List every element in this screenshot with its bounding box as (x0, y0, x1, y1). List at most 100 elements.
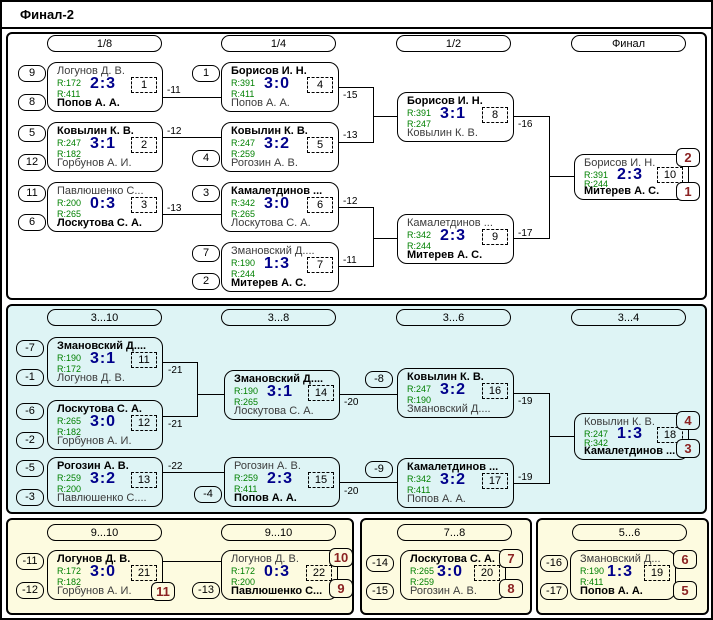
match-10-final[interactable]: Борисов И. Н. R:391 R:244 2:3 Митерев А.… (574, 154, 689, 200)
match-number: 16 (482, 383, 508, 399)
loser-destination-label: -21 (168, 365, 182, 376)
player-bottom: Попов А. А. (234, 492, 334, 504)
match-score: 3:1 (76, 135, 130, 153)
loser-destination-label: -12 (167, 126, 181, 137)
match-14[interactable]: Змановский Д.... R:190 R:265 3:1 Лоскуто… (224, 370, 340, 420)
connector-line (163, 214, 221, 215)
match-number: 22 (306, 565, 332, 581)
connector-line (197, 394, 224, 395)
match-20[interactable]: Лоскутова С. А. R:265 R:259 3:0 20 Рогоз… (400, 550, 506, 600)
player-bottom: Горбунов А. И. (57, 585, 157, 597)
round-header: 9...10 (47, 524, 162, 541)
player-bottom: Попов А. А. (580, 585, 670, 597)
match-15[interactable]: Рогозин А. В. R:259 R:411 2:3 Попов А. А… (224, 457, 340, 507)
player-bottom: Горбунов А. И. (57, 157, 157, 169)
round-header: 7...8 (397, 524, 512, 541)
seed-box: -17 (540, 583, 568, 600)
match-1[interactable]: Логунов Д. В. R:172 R:411 2:3 Попов А. А… (47, 62, 163, 112)
loser-destination-label: -19 (518, 472, 532, 483)
match-score: 2:3 (253, 470, 307, 488)
match-number: 11 (131, 352, 157, 368)
loser-destination-label: -22 (168, 461, 182, 472)
match-score: 0:3 (250, 563, 304, 581)
match-score: 3:2 (426, 381, 480, 399)
match-score: 3:2 (426, 471, 480, 489)
connector-line (163, 561, 221, 562)
seed-box: -15 (366, 583, 394, 600)
seed-box: 1 (192, 65, 220, 82)
seed-box: -8 (365, 371, 393, 388)
player-bottom: Попов А. А. (57, 97, 157, 109)
match-score: 1:3 (250, 255, 304, 273)
player-bottom: Митерев А. С. (231, 277, 333, 289)
connector-line (163, 416, 197, 417)
match-6[interactable]: Камалетдинов ... R:342 R:265 3:0 Лоскуто… (221, 182, 339, 232)
match-21[interactable]: Логунов Д. В. R:172 R:182 3:0 Горбунов А… (47, 550, 163, 600)
match-number: 6 (307, 197, 333, 213)
loser-destination-label: -16 (518, 119, 532, 130)
match-number: 4 (307, 77, 333, 93)
match-19[interactable]: Змановский Д... R:190 R:411 1:3 19 Попов… (570, 550, 676, 600)
match-17[interactable]: Камалетдинов ... R:342 R:411 3:2 Попов А… (397, 458, 514, 508)
player-bottom: Рогозин А. В. (410, 585, 500, 597)
connector-line (340, 482, 397, 483)
title-bar: Финал-2 (2, 2, 711, 29)
seed-box: -4 (194, 486, 222, 503)
match-score: 3:1 (426, 105, 480, 123)
round-header: 9...10 (221, 524, 336, 541)
match-3[interactable]: Павлюшенко С... R:200 R:265 0:3 Лоскутов… (47, 182, 163, 232)
player-bottom: Ковылин К. В. (407, 127, 508, 139)
loser-destination-label: -20 (344, 486, 358, 497)
seed-box: -2 (16, 432, 44, 449)
match-score: 3:1 (253, 383, 307, 401)
match-score: 3:2 (76, 470, 130, 488)
player-bottom: Попов А. А. (407, 493, 508, 505)
seed-box: 3 (192, 185, 220, 202)
match-2[interactable]: Ковылин К. В. R:247 R:182 3:1 Горбунов А… (47, 122, 163, 172)
match-number: 1 (131, 77, 157, 93)
match-8[interactable]: Борисов И. Н. R:391 R:247 3:1 Ковылин К.… (397, 92, 514, 142)
player-bottom: Лоскутова С. А. (234, 405, 334, 417)
seed-box: 7 (192, 245, 220, 262)
match-score: 2:3 (426, 227, 480, 245)
place-badge: 3 (676, 439, 700, 458)
seed-box: 2 (192, 273, 220, 290)
connector-line (339, 87, 373, 88)
match-16[interactable]: Ковылин К. В. R:247 R:190 3:2 Змановский… (397, 368, 514, 418)
seed-box: -1 (16, 369, 44, 386)
player-bottom: Лоскутова С. А. (231, 217, 333, 229)
connector-line (373, 207, 374, 267)
match-9[interactable]: Камалетдинов ... R:342 R:244 2:3 Митерев… (397, 214, 514, 264)
seed-box: -12 (16, 582, 44, 599)
seed-box: 12 (18, 154, 46, 171)
place-badge: 9 (329, 579, 353, 598)
connector-line (339, 207, 373, 208)
connector-line (339, 266, 373, 267)
match-11[interactable]: Змановский Д.... R:190 R:172 3:1 Логунов… (47, 337, 163, 387)
match-12[interactable]: Лоскутова С. А. R:265 R:182 3:0 Горбунов… (47, 400, 163, 450)
connector-line (163, 472, 224, 473)
match-number: 7 (307, 257, 333, 273)
connector-line (340, 394, 397, 395)
loser-destination-label: -17 (518, 228, 532, 239)
seed-box: -13 (192, 582, 220, 599)
match-score: 3:0 (76, 563, 130, 581)
match-score: 3:0 (250, 195, 304, 213)
seed-box: -5 (16, 460, 44, 477)
match-score: 3:0 (76, 413, 130, 431)
match-5[interactable]: Ковылин К. В. R:247 R:259 3:2 Рогозин А.… (221, 122, 339, 172)
seed-box: -3 (16, 489, 44, 506)
connector-line (549, 116, 550, 239)
match-7[interactable]: Змановский Д.... R:190 R:244 1:3 Митерев… (221, 242, 339, 292)
connector-line (514, 393, 549, 394)
match-22[interactable]: Логунов Д. В. R:172 R:200 0:3 Павлюшенко… (221, 550, 338, 600)
connector-line (373, 116, 397, 117)
round-header: 3...4 (571, 309, 686, 326)
match-4[interactable]: Борисов И. Н. R:391 R:411 3:0 Попов А. А… (221, 62, 339, 112)
match-18[interactable]: Ковылин К. В. R:247 R:342 1:3 Камалетдин… (574, 413, 689, 460)
connector-line (514, 483, 549, 484)
place-badge: 10 (329, 548, 353, 567)
match-13[interactable]: Рогозин А. В. R:259 R:200 3:2 Павлюшенко… (47, 457, 163, 507)
player-bottom: Змановский Д.... (407, 403, 508, 415)
match-number: 20 (474, 565, 500, 581)
